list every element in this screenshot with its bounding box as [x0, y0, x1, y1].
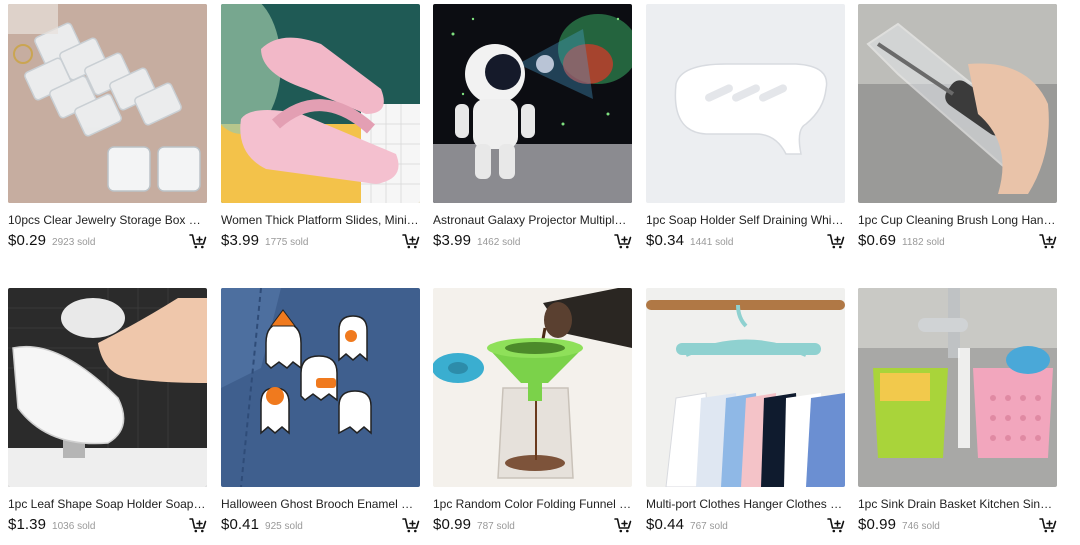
product-card[interactable]: 1pc Cup Cleaning Brush Long Handle Silic…: [858, 4, 1057, 252]
folding-funnel-image[interactable]: [433, 288, 632, 487]
product-price: $0.44: [646, 516, 685, 533]
product-card[interactable]: 1pc Sink Drain Basket Kitchen Sink Drain…: [858, 288, 1057, 536]
product-price: $3.99: [221, 232, 260, 249]
sold-count: 787 sold: [477, 521, 515, 532]
product-title[interactable]: Halloween Ghost Brooch Enamel Pun...: [221, 497, 420, 511]
product-title[interactable]: Astronaut Galaxy Projector Multiple Mode…: [433, 213, 632, 227]
add-to-cart-icon[interactable]: [189, 233, 207, 249]
product-meta: $3.99 1775 sold: [221, 232, 420, 252]
product-title[interactable]: 1pc Leaf Shape Soap Holder Soap Rest Dis…: [8, 497, 207, 511]
product-card[interactable]: 10pcs Clear Jewelry Storage Box Multifun…: [8, 4, 207, 252]
product-price: $3.99: [433, 232, 472, 249]
product-title[interactable]: Multi-port Clothes Hanger Clothes Drying…: [646, 497, 845, 511]
add-to-cart-icon[interactable]: [1039, 233, 1057, 249]
product-price: $0.69: [858, 232, 897, 249]
product-price: $0.99: [433, 516, 472, 533]
product-card[interactable]: Women Thick Platform Slides, Minimalist.…: [221, 4, 420, 252]
product-card[interactable]: 1pc Leaf Shape Soap Holder Soap Rest Dis…: [8, 288, 207, 536]
product-meta: $0.29 2923 sold: [8, 232, 207, 252]
sold-count: 1036 sold: [52, 521, 96, 532]
product-title[interactable]: Women Thick Platform Slides, Minimalist.…: [221, 213, 420, 227]
add-to-cart-icon[interactable]: [402, 517, 420, 533]
product-card[interactable]: Astronaut Galaxy Projector Multiple Mode…: [433, 4, 632, 252]
sold-count: 1775 sold: [265, 237, 309, 248]
product-meta: $3.99 1462 sold: [433, 232, 632, 252]
add-to-cart-icon[interactable]: [614, 517, 632, 533]
product-title[interactable]: 1pc Soap Holder Self Draining White Soap…: [646, 213, 845, 227]
product-meta: $0.69 1182 sold: [858, 232, 1057, 252]
ghost-brooch-image[interactable]: [221, 288, 420, 487]
add-to-cart-icon[interactable]: [614, 233, 632, 249]
sold-count: 767 sold: [690, 521, 728, 532]
clothes-hanger-image[interactable]: [646, 288, 845, 487]
leaf-soap-holder-image[interactable]: [8, 288, 207, 487]
product-meta: $0.34 1441 sold: [646, 232, 845, 252]
product-title[interactable]: 10pcs Clear Jewelry Storage Box Multifun…: [8, 213, 207, 227]
product-card[interactable]: Multi-port Clothes Hanger Clothes Drying…: [646, 288, 845, 536]
add-to-cart-icon[interactable]: [1039, 517, 1057, 533]
add-to-cart-icon[interactable]: [402, 233, 420, 249]
product-title[interactable]: 1pc Cup Cleaning Brush Long Handle Silic…: [858, 213, 1057, 227]
product-card[interactable]: 1pc Soap Holder Self Draining White Soap…: [646, 4, 845, 252]
product-card[interactable]: Halloween Ghost Brooch Enamel Pun... $0.…: [221, 288, 420, 536]
pink-slides-image[interactable]: [221, 4, 420, 203]
product-title[interactable]: 1pc Random Color Folding Funnel Camping: [433, 497, 632, 511]
product-price: $0.99: [858, 516, 897, 533]
product-price: $0.34: [646, 232, 685, 249]
sold-count: 925 sold: [265, 521, 303, 532]
sold-count: 2923 sold: [52, 237, 96, 248]
product-price: $1.39: [8, 516, 47, 533]
cup-brush-image[interactable]: [858, 4, 1057, 203]
product-price: $0.41: [221, 516, 260, 533]
add-to-cart-icon[interactable]: [827, 233, 845, 249]
add-to-cart-icon[interactable]: [189, 517, 207, 533]
sold-count: 746 sold: [902, 521, 940, 532]
product-meta: $0.99 746 sold: [858, 516, 1057, 536]
product-meta: $0.44 767 sold: [646, 516, 845, 536]
product-meta: $0.99 787 sold: [433, 516, 632, 536]
sink-basket-image[interactable]: [858, 288, 1057, 487]
product-card[interactable]: 1pc Random Color Folding Funnel Camping …: [433, 288, 632, 536]
soap-holder-image[interactable]: [646, 4, 845, 203]
sold-count: 1441 sold: [690, 237, 734, 248]
product-meta: $1.39 1036 sold: [8, 516, 207, 536]
astronaut-projector-image[interactable]: [433, 4, 632, 203]
add-to-cart-icon[interactable]: [827, 517, 845, 533]
product-price: $0.29: [8, 232, 47, 249]
jewelry-boxes-image[interactable]: [8, 4, 207, 203]
product-meta: $0.41 925 sold: [221, 516, 420, 536]
sold-count: 1462 sold: [477, 237, 521, 248]
product-title[interactable]: 1pc Sink Drain Basket Kitchen Sink Drain…: [858, 497, 1057, 511]
sold-count: 1182 sold: [902, 237, 945, 248]
